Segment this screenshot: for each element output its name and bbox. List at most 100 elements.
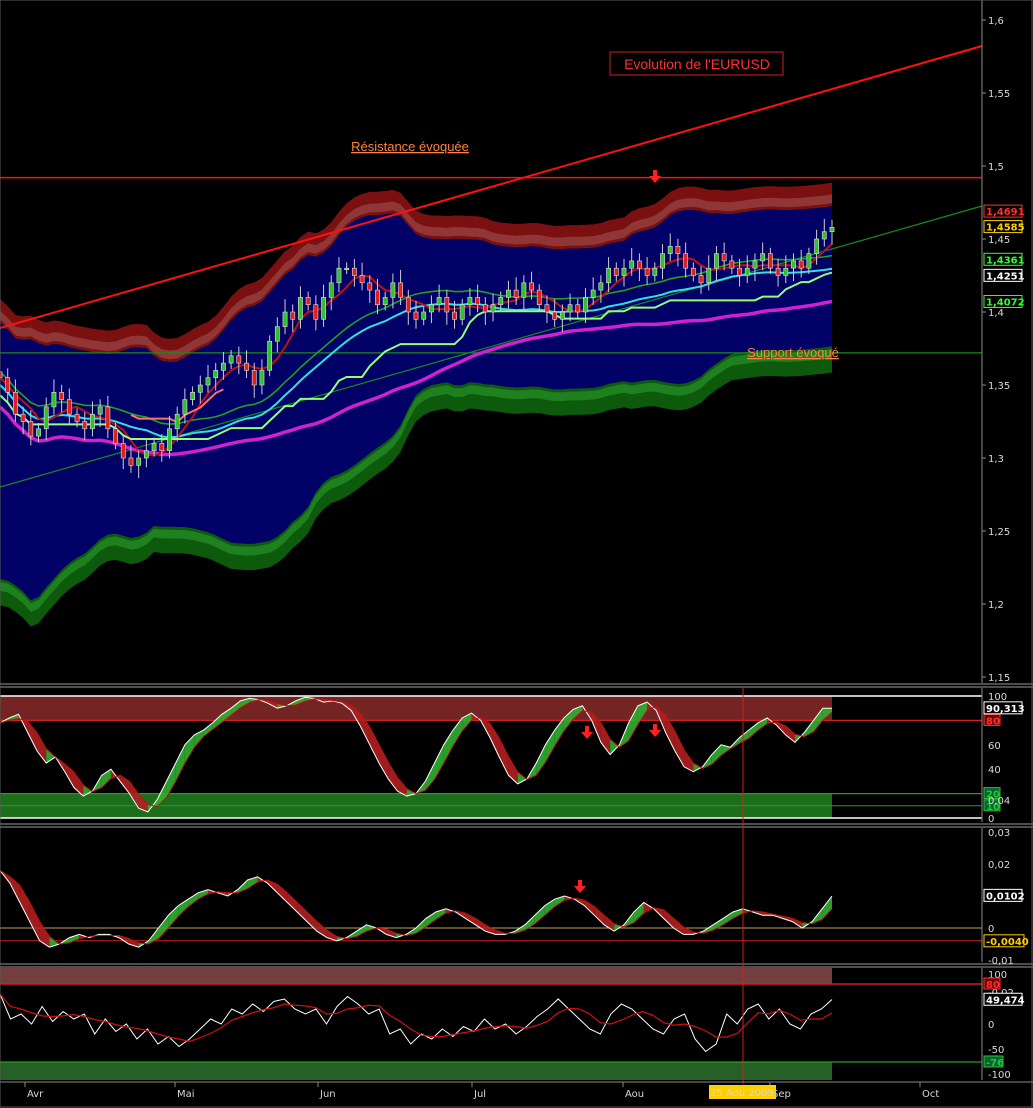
candle-body	[798, 260, 804, 269]
candle-body	[744, 267, 750, 276]
macd-line	[0, 870, 833, 948]
candle-body	[652, 267, 658, 276]
macd-fill-segment	[316, 921, 327, 938]
macd-tick-label: 0	[988, 924, 994, 935]
macd-signal-line	[0, 869, 833, 945]
candle-body	[120, 443, 126, 459]
rsi-tick-label: -100	[988, 1070, 1011, 1081]
candle-body	[444, 297, 450, 313]
candle-body	[690, 267, 696, 276]
stoch-fill-segment	[434, 744, 444, 780]
candle-body	[336, 267, 342, 284]
candle-body	[613, 267, 619, 276]
candle-body	[821, 231, 827, 240]
candle-body	[213, 370, 219, 378]
macd-fill-segment	[822, 896, 832, 920]
price-label: 1,4691	[986, 207, 1025, 218]
candle-body	[190, 391, 195, 400]
candle-body	[667, 246, 673, 254]
candle-body	[421, 311, 427, 320]
x-tick-label: Aou	[625, 1089, 644, 1100]
x-tick-label: Oct	[922, 1089, 939, 1100]
stoch-fill-segment	[369, 727, 380, 764]
rsi-signal-line	[0, 993, 833, 1043]
price-label: 1,4072	[986, 297, 1025, 308]
macd-fill-segment	[277, 884, 288, 903]
macd-fill-segment	[544, 899, 555, 916]
candle-body	[791, 260, 796, 269]
y-tick-label: 1,15	[988, 673, 1010, 684]
price-label: 1,4251	[986, 271, 1025, 282]
candle-body	[413, 311, 419, 320]
candle-body	[205, 377, 211, 386]
candle-body	[637, 260, 642, 269]
candle-body	[20, 413, 26, 422]
candle-body	[559, 311, 565, 320]
stoch-tick-label: 40	[988, 765, 1001, 776]
x-tick-label: Jul	[473, 1089, 486, 1100]
candle-body	[606, 267, 611, 284]
support-annotation: Support évoqué	[747, 345, 839, 360]
stoch-fill-segment	[166, 763, 176, 798]
macd-tick-label: -0,01	[988, 956, 1014, 967]
stoch-fill-segment	[748, 722, 759, 739]
candle-body	[683, 253, 689, 269]
candle-body	[66, 399, 72, 415]
candle-body	[644, 267, 650, 276]
rsi-overbought-zone	[0, 968, 832, 984]
rsi-tick-label: -50	[988, 1045, 1004, 1056]
candle-body	[298, 297, 303, 320]
macd-fill-segment	[158, 915, 169, 939]
candle-body	[552, 311, 558, 320]
y-tick-label: 1,45	[988, 235, 1010, 246]
macd-tick-label: 0,03	[988, 828, 1010, 839]
candle-body	[267, 340, 273, 371]
stoch-fill-segment	[499, 738, 509, 776]
candle-body	[729, 260, 735, 269]
candle-body	[459, 304, 465, 320]
macd-fill-segment	[168, 905, 179, 928]
candle-body	[43, 406, 49, 430]
rsi-level-label: 80	[986, 980, 1000, 991]
candle-body	[390, 282, 396, 298]
macd-fill-segment	[604, 915, 615, 932]
chart-canvas[interactable]: Evolution de l'EURUSD Résistance évoquée S…	[0, 0, 1033, 1108]
stoch-value-label: 90,313	[986, 704, 1025, 715]
candle-body	[583, 297, 588, 313]
rsi-oversold-zone	[0, 1062, 832, 1080]
cursor-date-label: 25 Aou 2009	[710, 1088, 774, 1099]
candle-body	[482, 304, 488, 313]
candle-body	[136, 457, 142, 466]
candle-body	[714, 253, 719, 269]
stoch-fill-segment	[674, 731, 685, 767]
candle-body	[737, 267, 742, 276]
candle-body	[567, 304, 573, 313]
y-tick-label: 1,2	[988, 600, 1004, 611]
candle-body	[536, 289, 542, 306]
candle-body	[398, 282, 403, 298]
candle-body	[105, 406, 111, 430]
macd-fill-segment	[534, 905, 545, 924]
macd-value-label: 0,0102	[986, 891, 1025, 902]
candle-body	[305, 297, 311, 305]
candle-body	[82, 421, 88, 430]
candle-body	[783, 267, 789, 276]
stoch-fill-segment	[600, 722, 611, 755]
candle-body	[829, 227, 835, 233]
candle-body	[221, 362, 226, 371]
candle-body	[698, 275, 704, 284]
candle-body	[721, 253, 727, 262]
candle-body	[197, 384, 203, 393]
macd-fill-segment	[475, 918, 486, 932]
candle-body	[182, 399, 188, 415]
candle-body	[5, 377, 11, 393]
macd-signal-label: -0,0040	[986, 937, 1029, 948]
candle-body	[544, 304, 550, 313]
candle-body	[13, 391, 18, 415]
candle-body	[660, 253, 665, 269]
candle-body	[405, 297, 411, 313]
candle-body	[575, 304, 581, 313]
rsi-level-label: -76	[986, 1058, 1004, 1069]
y-tick-label: 1,25	[988, 527, 1010, 538]
candle-body	[167, 428, 172, 451]
